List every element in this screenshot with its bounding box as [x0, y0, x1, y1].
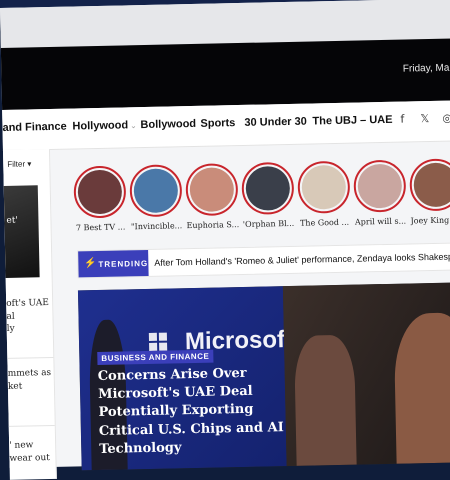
story-label: The Good ...: [299, 217, 350, 228]
story-avatar: [133, 168, 179, 214]
story-item[interactable]: 'Orphan Bl...: [241, 161, 295, 229]
story-avatar: [245, 165, 291, 211]
trending-bar: ⚡ TRENDING After Tom Holland's 'Romeo & …: [77, 242, 450, 279]
sidebar-article[interactable]: ' new wear out: [9, 439, 56, 465]
story-item[interactable]: The Good ...: [297, 160, 351, 228]
story-label: 7 Best TV ...: [75, 222, 126, 233]
instagram-icon[interactable]: ◎: [442, 112, 450, 125]
story-ring: [409, 158, 450, 212]
story-avatar: [357, 163, 403, 209]
filter-button[interactable]: Filter ▾: [7, 159, 31, 169]
sidebar: Filter ▾ et' oft's UAE al ly mmets as ke…: [2, 148, 57, 480]
story-item[interactable]: 7 Best TV ...: [73, 165, 127, 233]
chevron-down-icon: ⌄: [130, 121, 137, 131]
story-label: April will s...: [354, 216, 407, 227]
story-ring: [353, 159, 407, 213]
story-item[interactable]: April will s...: [353, 159, 407, 227]
divider: [8, 424, 55, 427]
caret-down-icon: ▾: [27, 159, 32, 169]
story-label: 'Orphan Bl...: [242, 218, 295, 229]
story-ring: [185, 163, 239, 217]
trending-badge: ⚡ TRENDING: [78, 249, 149, 278]
nav-item-hollywood[interactable]: Hollywood ⌄: [72, 119, 137, 132]
nav-item-business-finance[interactable]: and Finance: [2, 121, 66, 134]
site-top-bar: Friday, Ma: [0, 38, 450, 110]
story-avatar: [301, 164, 347, 210]
hero-image-right: [282, 282, 450, 467]
sidebar-article[interactable]: mmets as ket: [8, 367, 55, 393]
stories-row: 7 Best TV ... "Invincible... Euphoria S.…: [73, 158, 450, 236]
nav-item-sports[interactable]: Sports: [200, 117, 235, 130]
main-navigation: and Finance Hollywood ⌄ Bollywood Sports …: [2, 100, 450, 151]
lightning-icon: ⚡: [84, 258, 98, 270]
browser-window: Friday, Ma and Finance Hollywood ⌄ Bollyw…: [0, 0, 450, 480]
sidebar-article[interactable]: oft's UAE al ly: [6, 297, 53, 336]
filter-label: Filter: [7, 159, 26, 169]
facebook-icon[interactable]: f: [400, 113, 404, 126]
x-icon[interactable]: 𝕏: [420, 112, 429, 125]
nav-item-label: Hollywood: [72, 119, 129, 133]
story-item[interactable]: "Invincible...: [129, 164, 183, 232]
story-item[interactable]: Joey King s...: [409, 158, 450, 225]
trending-headline[interactable]: After Tom Holland's 'Romeo & Juliet' per…: [154, 251, 450, 268]
story-label: "Invincible...: [130, 221, 183, 232]
story-avatar: [77, 169, 123, 215]
story-avatar: [413, 162, 450, 208]
divider: [7, 356, 54, 359]
nav-item-30-under-30[interactable]: 30 Under 30: [244, 116, 307, 129]
hero-image-left: Microsoft BUSINESS AND FINANCE Concerns …: [77, 286, 293, 471]
story-avatar: [189, 167, 235, 213]
story-ring: [73, 165, 127, 219]
hero-person-silhouette: [293, 334, 357, 466]
sidebar-thumbnail-caption: et': [6, 215, 18, 226]
sidebar-thumbnail[interactable]: et': [3, 185, 40, 278]
trending-label: TRENDING: [98, 258, 149, 269]
featured-article[interactable]: Microsoft BUSINESS AND FINANCE Concerns …: [77, 282, 450, 471]
nav-item-ubj-uae[interactable]: The UBJ – UAE: [312, 114, 392, 128]
current-date: Friday, Ma: [402, 62, 450, 75]
hero-person-silhouette: [393, 312, 450, 464]
story-ring: [129, 164, 183, 218]
story-label: Euphoria S...: [186, 220, 239, 231]
story-label: Joey King s...: [410, 215, 450, 226]
category-badge[interactable]: BUSINESS AND FINANCE: [97, 349, 214, 366]
microsoft-logo-icon: [148, 332, 179, 351]
story-item[interactable]: Euphoria S...: [185, 163, 239, 231]
nav-item-bollywood[interactable]: Bollywood: [140, 118, 196, 131]
story-ring: [297, 160, 351, 214]
hero-headline[interactable]: Concerns Arise Over Microsoft's UAE Deal…: [98, 364, 290, 459]
story-ring: [241, 161, 295, 215]
